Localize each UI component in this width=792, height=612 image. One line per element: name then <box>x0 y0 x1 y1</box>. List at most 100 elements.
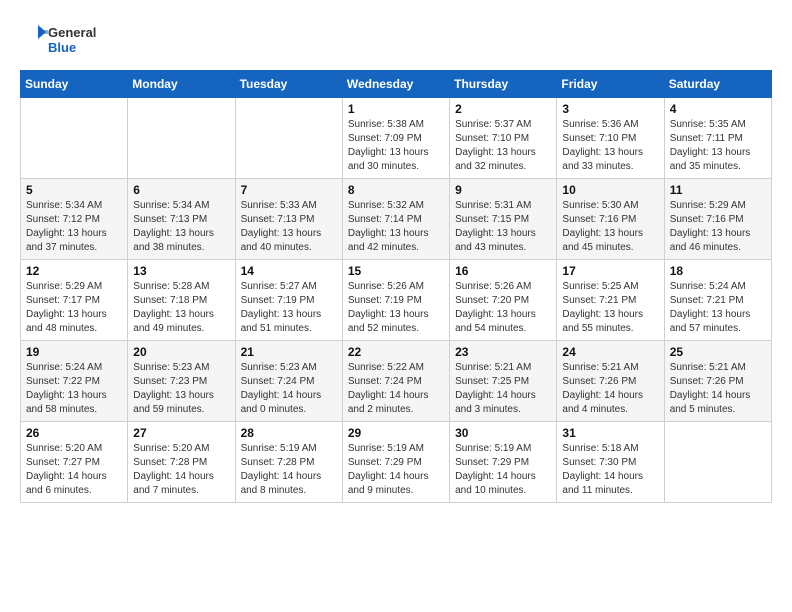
day-number: 3 <box>562 102 658 116</box>
calendar-cell: 21Sunrise: 5:23 AM Sunset: 7:24 PM Dayli… <box>235 341 342 422</box>
day-info: Sunrise: 5:32 AM Sunset: 7:14 PM Dayligh… <box>348 199 444 255</box>
day-number: 31 <box>562 426 658 440</box>
day-info: Sunrise: 5:21 AM Sunset: 7:26 PM Dayligh… <box>562 361 658 417</box>
header: General Blue <box>20 20 772 60</box>
day-info: Sunrise: 5:18 AM Sunset: 7:30 PM Dayligh… <box>562 442 658 498</box>
weekday-header-thursday: Thursday <box>450 71 557 98</box>
day-number: 22 <box>348 345 444 359</box>
day-info: Sunrise: 5:25 AM Sunset: 7:21 PM Dayligh… <box>562 280 658 336</box>
calendar-cell: 14 Sunrise: 5:27 AM Sunset: 7:19 PM Dayli… <box>235 260 342 341</box>
calendar-cell: 22 Sunrise: 5:22 AM Sunset: 7:24 PM Dayli… <box>342 341 449 422</box>
calendar-cell: 10 Sunrise: 5:30 AM Sunset: 7:16 PM Dayli… <box>557 179 664 260</box>
svg-text:Blue: Blue <box>48 40 76 55</box>
day-info: Sunrise: 5:21 AM Sunset: 7:25 PM Dayligh… <box>455 361 551 417</box>
day-number: 12 <box>26 264 122 278</box>
week-row-1: 5 Sunrise: 5:34 AM Sunset: 7:12 PM Daylig… <box>21 179 772 260</box>
calendar-table: SundayMondayTuesdayWednesdayThursdayFrid… <box>20 70 772 503</box>
day-info: Sunrise: 5:26 AM Sunset: 7:20 PM Dayligh… <box>455 280 551 336</box>
day-info: Sunrise: 5:34 AM Sunset: 7:12 PM Dayligh… <box>26 199 122 255</box>
day-info: Sunrise: 5:29 AM Sunset: 7:17 PM Dayligh… <box>26 280 122 336</box>
day-info: Sunrise: 5:21 AM Sunset: 7:26 PM Dayligh… <box>670 361 766 417</box>
weekday-header-row: SundayMondayTuesdayWednesdayThursdayFrid… <box>21 71 772 98</box>
calendar-cell: 2 Sunrise: 5:37 AM Sunset: 7:10 PM Daylig… <box>450 98 557 179</box>
weekday-header-tuesday: Tuesday <box>235 71 342 98</box>
day-info: Sunrise: 5:22 AM Sunset: 7:24 PM Dayligh… <box>348 361 444 417</box>
day-info: Sunrise: 5:37 AM Sunset: 7:10 PM Dayligh… <box>455 118 551 174</box>
day-info: Sunrise: 5:33 AM Sunset: 7:13 PM Dayligh… <box>241 199 337 255</box>
calendar-cell: 5 Sunrise: 5:34 AM Sunset: 7:12 PM Daylig… <box>21 179 128 260</box>
calendar-cell: 1Sunrise: 5:38 AM Sunset: 7:09 PM Daylig… <box>342 98 449 179</box>
calendar-cell <box>664 422 771 503</box>
weekday-header-sunday: Sunday <box>21 71 128 98</box>
svg-text:General: General <box>48 25 96 40</box>
day-number: 24 <box>562 345 658 359</box>
weekday-header-friday: Friday <box>557 71 664 98</box>
day-number: 16 <box>455 264 551 278</box>
day-number: 27 <box>133 426 229 440</box>
day-number: 7 <box>241 183 337 197</box>
day-number: 14 <box>241 264 337 278</box>
calendar-cell: 11Sunrise: 5:29 AM Sunset: 7:16 PM Dayli… <box>664 179 771 260</box>
week-row-2: 12 Sunrise: 5:29 AM Sunset: 7:17 PM Dayli… <box>21 260 772 341</box>
calendar-cell: 23 Sunrise: 5:21 AM Sunset: 7:25 PM Dayli… <box>450 341 557 422</box>
day-number: 13 <box>133 264 229 278</box>
day-number: 9 <box>455 183 551 197</box>
day-number: 10 <box>562 183 658 197</box>
calendar-cell: 16 Sunrise: 5:26 AM Sunset: 7:20 PM Dayli… <box>450 260 557 341</box>
calendar-cell: 31 Sunrise: 5:18 AM Sunset: 7:30 PM Dayli… <box>557 422 664 503</box>
day-info: Sunrise: 5:35 AM Sunset: 7:11 PM Dayligh… <box>670 118 766 174</box>
calendar-cell: 28Sunrise: 5:19 AM Sunset: 7:28 PM Dayli… <box>235 422 342 503</box>
day-info: Sunrise: 5:19 AM Sunset: 7:29 PM Dayligh… <box>455 442 551 498</box>
day-info: Sunrise: 5:28 AM Sunset: 7:18 PM Dayligh… <box>133 280 229 336</box>
day-info: Sunrise: 5:27 AM Sunset: 7:19 PM Dayligh… <box>241 280 337 336</box>
day-info: Sunrise: 5:19 AM Sunset: 7:29 PM Dayligh… <box>348 442 444 498</box>
day-number: 23 <box>455 345 551 359</box>
day-number: 25 <box>670 345 766 359</box>
day-info: Sunrise: 5:20 AM Sunset: 7:28 PM Dayligh… <box>133 442 229 498</box>
calendar-cell: 19Sunrise: 5:24 AM Sunset: 7:22 PM Dayli… <box>21 341 128 422</box>
day-info: Sunrise: 5:23 AM Sunset: 7:24 PM Dayligh… <box>241 361 337 417</box>
day-info: Sunrise: 5:38 AM Sunset: 7:09 PM Dayligh… <box>348 118 444 174</box>
weekday-header-wednesday: Wednesday <box>342 71 449 98</box>
logo-svg: General Blue <box>20 20 120 60</box>
calendar-cell: 18 Sunrise: 5:24 AM Sunset: 7:21 PM Dayli… <box>664 260 771 341</box>
day-number: 30 <box>455 426 551 440</box>
day-number: 5 <box>26 183 122 197</box>
day-number: 19 <box>26 345 122 359</box>
day-number: 17 <box>562 264 658 278</box>
day-number: 20 <box>133 345 229 359</box>
day-number: 29 <box>348 426 444 440</box>
day-info: Sunrise: 5:31 AM Sunset: 7:15 PM Dayligh… <box>455 199 551 255</box>
logo: General Blue <box>20 20 120 60</box>
calendar-cell: 30 Sunrise: 5:19 AM Sunset: 7:29 PM Dayli… <box>450 422 557 503</box>
calendar-cell: 15 Sunrise: 5:26 AM Sunset: 7:19 PM Dayli… <box>342 260 449 341</box>
day-info: Sunrise: 5:23 AM Sunset: 7:23 PM Dayligh… <box>133 361 229 417</box>
calendar-cell: 17 Sunrise: 5:25 AM Sunset: 7:21 PM Dayli… <box>557 260 664 341</box>
day-info: Sunrise: 5:26 AM Sunset: 7:19 PM Dayligh… <box>348 280 444 336</box>
calendar-cell: 8Sunrise: 5:32 AM Sunset: 7:14 PM Daylig… <box>342 179 449 260</box>
calendar-cell: 29 Sunrise: 5:19 AM Sunset: 7:29 PM Dayli… <box>342 422 449 503</box>
calendar-cell: 9 Sunrise: 5:31 AM Sunset: 7:15 PM Daylig… <box>450 179 557 260</box>
calendar-cell: 26 Sunrise: 5:20 AM Sunset: 7:27 PM Dayli… <box>21 422 128 503</box>
calendar-cell: 4 Sunrise: 5:35 AM Sunset: 7:11 PM Daylig… <box>664 98 771 179</box>
day-number: 11 <box>670 183 766 197</box>
day-info: Sunrise: 5:20 AM Sunset: 7:27 PM Dayligh… <box>26 442 122 498</box>
day-number: 18 <box>670 264 766 278</box>
week-row-4: 26 Sunrise: 5:20 AM Sunset: 7:27 PM Dayli… <box>21 422 772 503</box>
day-number: 4 <box>670 102 766 116</box>
week-row-0: 1Sunrise: 5:38 AM Sunset: 7:09 PM Daylig… <box>21 98 772 179</box>
day-number: 26 <box>26 426 122 440</box>
day-number: 15 <box>348 264 444 278</box>
calendar-cell: 7 Sunrise: 5:33 AM Sunset: 7:13 PM Daylig… <box>235 179 342 260</box>
calendar-cell: 27 Sunrise: 5:20 AM Sunset: 7:28 PM Dayli… <box>128 422 235 503</box>
weekday-header-monday: Monday <box>128 71 235 98</box>
day-info: Sunrise: 5:30 AM Sunset: 7:16 PM Dayligh… <box>562 199 658 255</box>
day-number: 2 <box>455 102 551 116</box>
day-info: Sunrise: 5:24 AM Sunset: 7:21 PM Dayligh… <box>670 280 766 336</box>
day-number: 6 <box>133 183 229 197</box>
calendar-cell: 6Sunrise: 5:34 AM Sunset: 7:13 PM Daylig… <box>128 179 235 260</box>
weekday-header-saturday: Saturday <box>664 71 771 98</box>
calendar-cell <box>128 98 235 179</box>
calendar-cell: 13 Sunrise: 5:28 AM Sunset: 7:18 PM Dayli… <box>128 260 235 341</box>
day-info: Sunrise: 5:19 AM Sunset: 7:28 PM Dayligh… <box>241 442 337 498</box>
